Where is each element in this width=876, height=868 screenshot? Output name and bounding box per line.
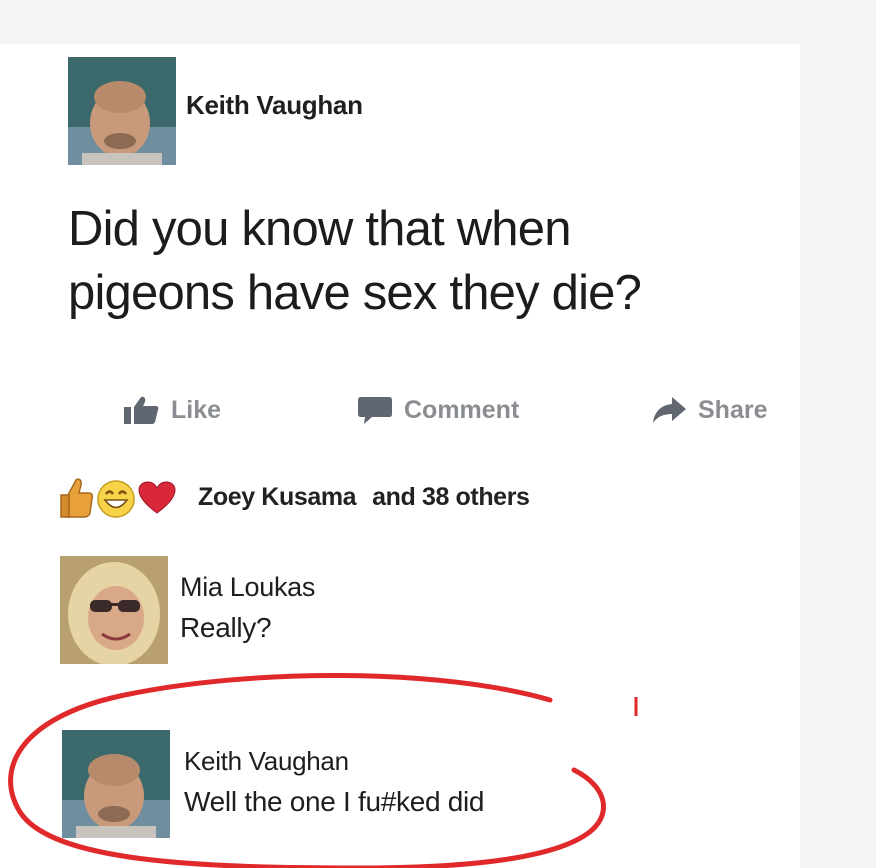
- heart-icon: [138, 481, 176, 520]
- post-author-avatar[interactable]: [68, 57, 176, 165]
- grinning-face-icon: [96, 479, 136, 524]
- share-button[interactable]: Share: [652, 392, 767, 428]
- reaction-text: Zoey Kusama and 38 others: [198, 483, 530, 512]
- comment-avatar-mia[interactable]: [60, 556, 168, 664]
- comment-author-name[interactable]: Mia Loukas: [180, 572, 315, 603]
- speech-bubble-icon: [358, 395, 392, 425]
- post-text-line: Did you know that when: [68, 202, 571, 256]
- comment-author-name[interactable]: Keith Vaughan: [184, 746, 349, 777]
- share-label: Share: [698, 395, 768, 424]
- post-author-name[interactable]: Keith Vaughan: [186, 90, 363, 121]
- share-arrow-icon: [652, 396, 686, 424]
- like-label: Like: [171, 395, 222, 424]
- comment-text: Well the one I fu#ked did: [184, 786, 485, 817]
- post-body: Did you know that when pigeons have sex …: [68, 197, 768, 325]
- post-text-line: pigeons have sex they die?: [68, 266, 642, 320]
- comment-label: Comment: [404, 395, 520, 424]
- thumbs-up-icon: [123, 395, 159, 425]
- reaction-icons: [60, 475, 178, 519]
- reaction-others[interactable]: and 38 others: [372, 483, 530, 512]
- reaction-names[interactable]: Zoey Kusama: [198, 483, 357, 512]
- comment-avatar-keith[interactable]: [62, 730, 170, 838]
- reactions-summary[interactable]: Zoey Kusama and 38 others: [60, 475, 530, 519]
- thumbs-up-icon: [60, 477, 94, 524]
- comment-text: Really?: [180, 612, 272, 643]
- comment-button[interactable]: Comment: [358, 392, 519, 428]
- like-button[interactable]: Like: [123, 392, 221, 428]
